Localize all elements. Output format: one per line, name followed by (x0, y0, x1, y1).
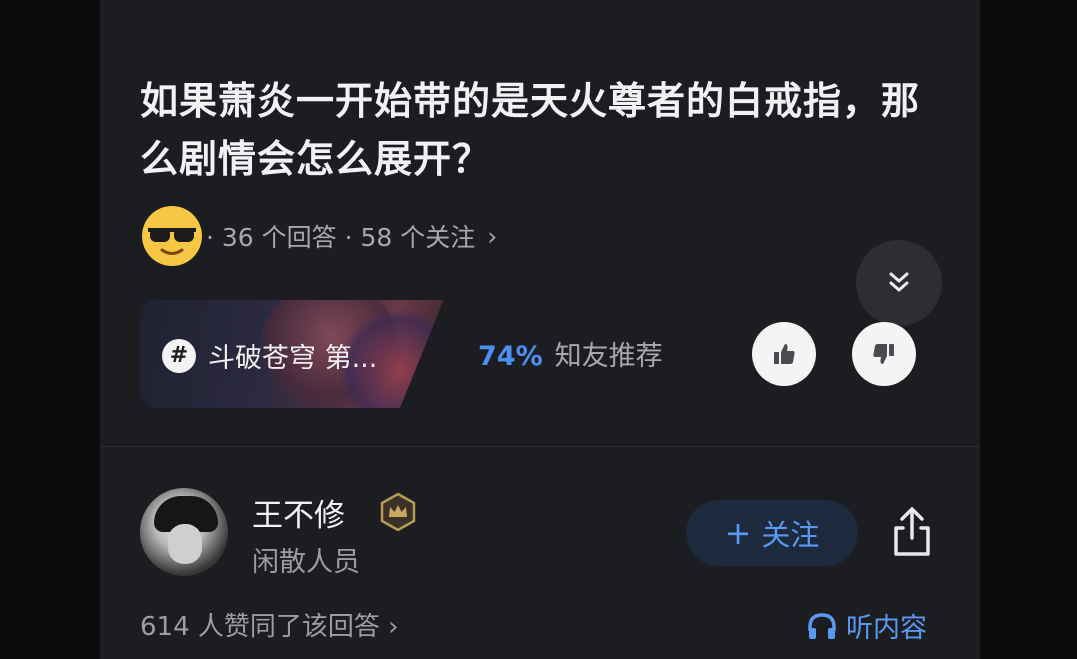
author-name[interactable]: 王不修 (252, 490, 345, 535)
question-meta[interactable]: · 36 个回答 · 58 个关注 › (140, 206, 497, 266)
headphones-icon (808, 612, 836, 639)
recommend-label: 知友推荐 (554, 341, 663, 372)
listen-label: 听内容 (846, 613, 927, 644)
thumbs-down-button[interactable] (852, 322, 916, 386)
likes-count[interactable]: 614 人赞同了该回答 › (140, 606, 399, 643)
listen-button[interactable]: 听内容 (806, 606, 927, 645)
double-chevron-down-icon (889, 272, 909, 292)
follow-label: 关注 (761, 518, 820, 552)
author-avatar[interactable] (140, 488, 228, 576)
chevron-right-icon: › (487, 221, 498, 251)
topic-card[interactable]: # 斗破苍穹 第... (140, 300, 470, 408)
divider (100, 446, 980, 447)
share-button[interactable] (888, 504, 936, 560)
author-description: 闲散人员 (252, 547, 360, 578)
plus-icon: + (724, 514, 752, 552)
question-stats: · 36 个回答 · 58 个关注 (206, 223, 476, 252)
recommend-percent: 74% (478, 341, 543, 372)
question-title[interactable]: 如果萧炎一开始带的是天火尊者的白戒指，那么剧情会怎么展开？ (140, 72, 950, 188)
avatar-face (168, 524, 202, 564)
topic-label: 斗破苍穹 第... (208, 343, 378, 374)
hashtag-icon: # (162, 338, 196, 373)
follow-button[interactable]: + 关注 (686, 500, 858, 566)
share-icon (894, 507, 930, 556)
thumbs-up-icon (774, 344, 795, 364)
thumbs-down-icon (873, 344, 894, 364)
thumbs-up-button[interactable] (752, 322, 816, 386)
collapse-button[interactable] (856, 240, 942, 326)
answer-panel: 如果萧炎一开始带的是天火尊者的白戒指，那么剧情会怎么展开？ · 36 个回答 ·… (100, 0, 980, 659)
recommend-rate: 74% 知友推荐 (478, 334, 663, 373)
sunglasses-emoji-icon (140, 204, 204, 268)
crown-badge-icon (378, 492, 418, 532)
